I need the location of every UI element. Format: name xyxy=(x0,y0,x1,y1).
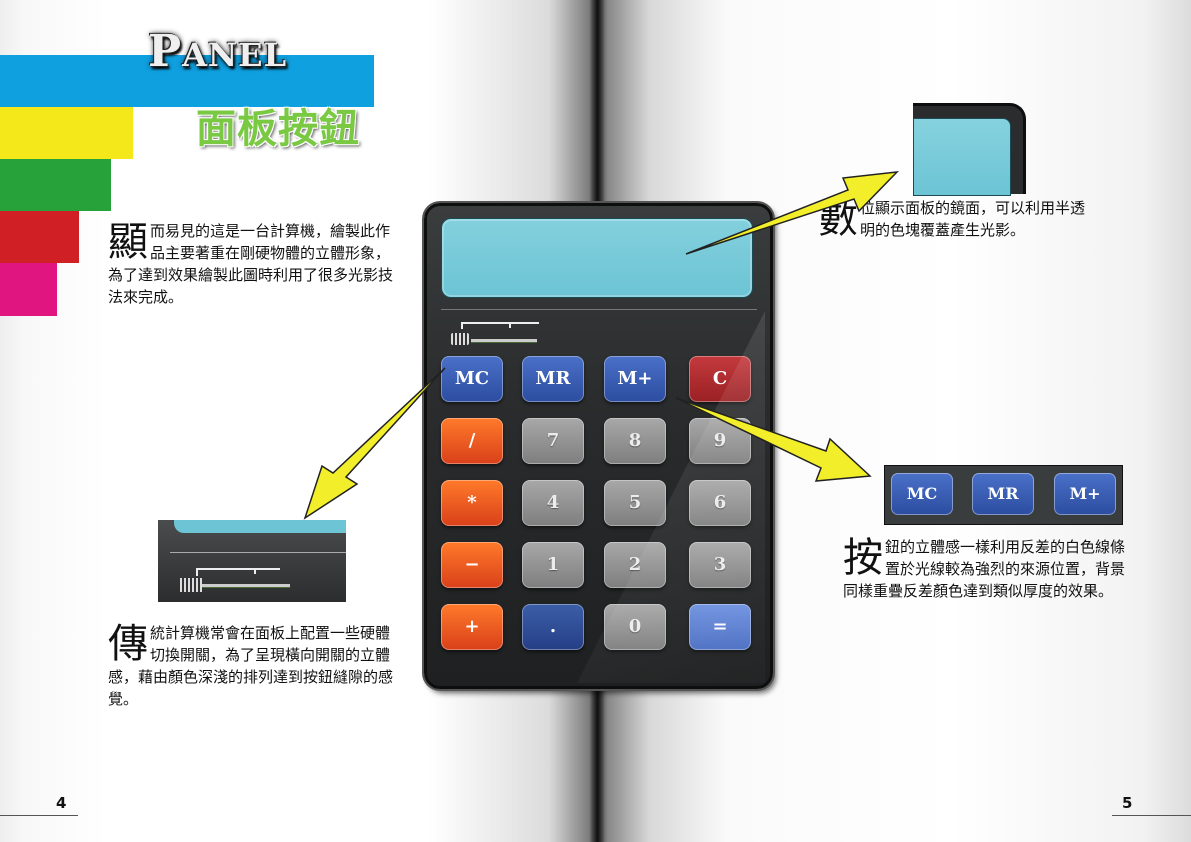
page-rule-left xyxy=(0,815,78,816)
arrow-to-display-icon xyxy=(685,171,899,255)
arrow-to-switch-icon xyxy=(303,367,446,520)
page-number-left: 4 xyxy=(56,794,67,812)
arrow-to-buttons-icon xyxy=(675,397,872,482)
page-rule-right xyxy=(1112,815,1191,816)
callout-arrows xyxy=(303,171,899,520)
page-number-right: 5 xyxy=(1122,794,1133,812)
